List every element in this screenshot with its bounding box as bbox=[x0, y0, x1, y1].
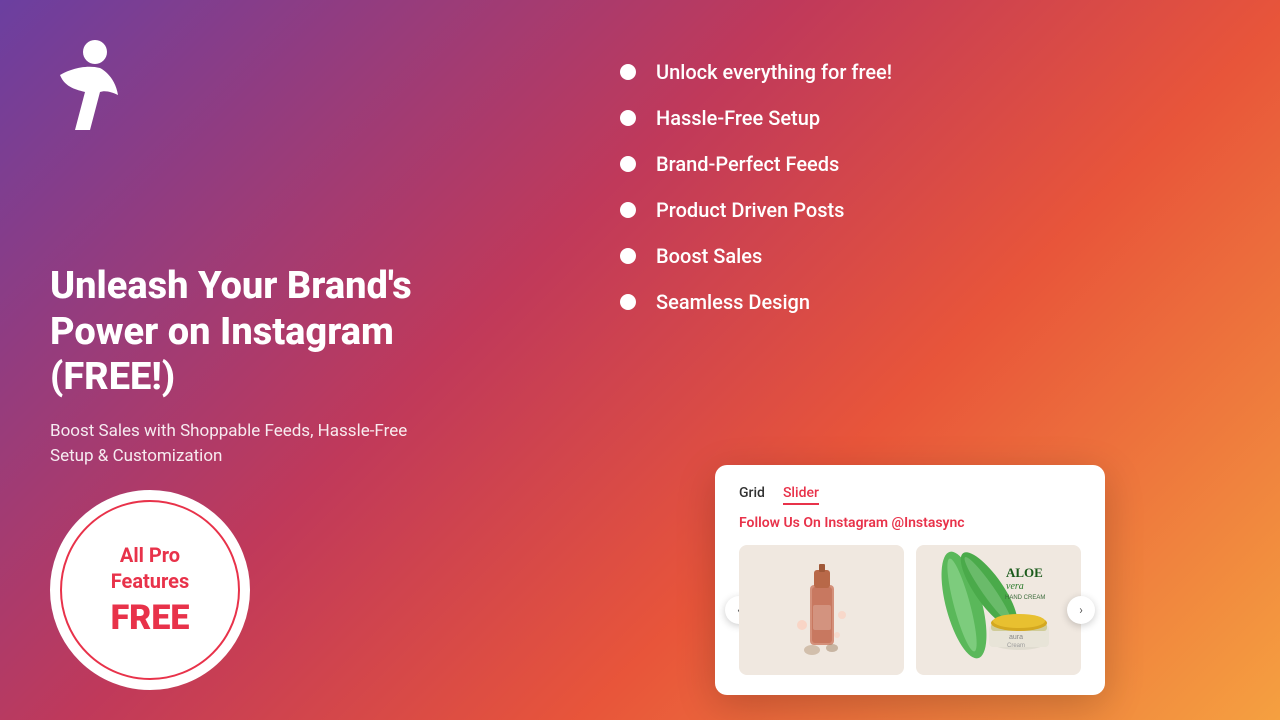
widget-card: Grid Slider Follow Us On Instagram @Inst… bbox=[715, 465, 1105, 695]
page-content: Unleash Your Brand's Power on Instagram … bbox=[0, 0, 1280, 720]
svg-text:HAND CREAM: HAND CREAM bbox=[1005, 595, 1045, 601]
svg-text:vera: vera bbox=[1006, 581, 1024, 592]
main-heading: Unleash Your Brand's Power on Instagram … bbox=[50, 264, 490, 401]
follow-prefix: Follow Us On Instagram bbox=[739, 515, 892, 531]
widget-follow-text: Follow Us On Instagram @Instasync bbox=[739, 515, 1081, 531]
feature-label-4: Product Driven Posts bbox=[656, 198, 844, 222]
feature-label-2: Hassle-Free Setup bbox=[656, 106, 820, 130]
product-image-2: ALOE vera HAND CREAM aura Cream bbox=[916, 545, 1081, 675]
aloe-illustration: ALOE vera HAND CREAM aura Cream bbox=[934, 545, 1064, 675]
sub-heading: Boost Sales with Shoppable Feeds, Hassle… bbox=[50, 419, 430, 470]
feature-item-5: Boost Sales bbox=[620, 244, 1220, 268]
perfume-illustration bbox=[782, 550, 862, 670]
badge-outer: All ProFeatures FREE bbox=[50, 490, 250, 690]
feature-item-3: Brand-Perfect Feeds bbox=[620, 152, 1220, 176]
bullet-icon-4 bbox=[620, 202, 636, 218]
bullet-icon-6 bbox=[620, 294, 636, 310]
next-arrow[interactable]: › bbox=[1067, 596, 1095, 624]
feature-item-4: Product Driven Posts bbox=[620, 198, 1220, 222]
tab-grid[interactable]: Grid bbox=[739, 485, 765, 505]
badge-free: FREE bbox=[111, 598, 190, 638]
tab-slider[interactable]: Slider bbox=[783, 485, 819, 505]
feature-item-6: Seamless Design bbox=[620, 290, 1220, 314]
feature-label-3: Brand-Perfect Feeds bbox=[656, 152, 839, 176]
left-panel: Unleash Your Brand's Power on Instagram … bbox=[0, 0, 540, 720]
bullet-icon-5 bbox=[620, 248, 636, 264]
features-list: Unlock everything for free! Hassle-Free … bbox=[620, 60, 1220, 336]
follow-handle[interactable]: @Instasync bbox=[892, 515, 965, 531]
feature-item-1: Unlock everything for free! bbox=[620, 60, 1220, 84]
logo-icon bbox=[50, 40, 120, 140]
bullet-icon-3 bbox=[620, 156, 636, 172]
logo bbox=[50, 40, 490, 144]
feature-item-2: Hassle-Free Setup bbox=[620, 106, 1220, 130]
svg-text:aura: aura bbox=[1009, 634, 1023, 641]
badge-inner: All ProFeatures FREE bbox=[60, 500, 240, 680]
product-image-1 bbox=[739, 545, 904, 675]
svg-text:ALOE: ALOE bbox=[1006, 565, 1043, 580]
badge-line1: All ProFeatures bbox=[111, 542, 189, 594]
widget-images: ‹ bbox=[739, 545, 1081, 675]
badge-container: All ProFeatures FREE bbox=[50, 490, 250, 690]
feature-label-5: Boost Sales bbox=[656, 244, 762, 268]
widget-tabs: Grid Slider bbox=[739, 485, 1081, 505]
bullet-icon-2 bbox=[620, 110, 636, 126]
bullet-icon-1 bbox=[620, 64, 636, 80]
svg-text:Cream: Cream bbox=[1007, 643, 1025, 649]
feature-label-6: Seamless Design bbox=[656, 290, 810, 314]
feature-label-1: Unlock everything for free! bbox=[656, 60, 892, 84]
right-panel: Unlock everything for free! Hassle-Free … bbox=[540, 0, 1280, 720]
